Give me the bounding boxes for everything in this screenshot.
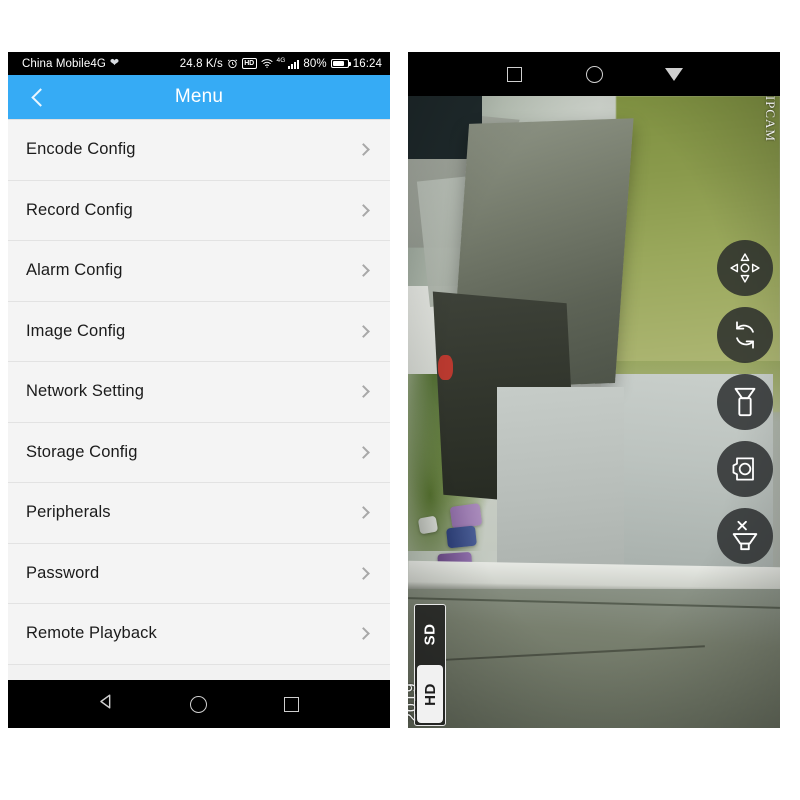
nav-recents-button[interactable] [494, 54, 534, 94]
carrier-label: China Mobile4G [22, 57, 106, 70]
dpad-icon [727, 250, 763, 286]
menu-item-encode-config[interactable]: Encode Config [8, 120, 390, 181]
back-button[interactable] [18, 75, 58, 119]
home-circle-icon [190, 695, 208, 713]
quality-option-label: HD [421, 682, 439, 706]
menu-item-label: Network Setting [26, 382, 144, 401]
rotate-refresh-button[interactable] [717, 307, 773, 363]
menu-item-storage-config[interactable]: Storage Config [8, 422, 390, 483]
recents-square-icon [284, 696, 300, 712]
back-triangle-icon [97, 692, 116, 716]
wifi-icon [261, 58, 273, 69]
nav-home-button[interactable] [179, 684, 219, 724]
stream-quality-switch[interactable]: SD HD [414, 604, 446, 726]
mute-speaker-button[interactable] [717, 508, 773, 564]
signal-bars-icon [288, 59, 300, 69]
data-rate-label: 24.8 K/s [179, 57, 223, 70]
chevron-right-icon [357, 566, 370, 580]
page-title: Menu [174, 86, 224, 107]
quality-option-label: SD [421, 623, 439, 645]
app-bar: Menu [8, 75, 390, 119]
screenshot-root: China Mobile4G ❤ 24.8 K/s HD 4G 80% 16:2… [0, 0, 800, 800]
speaker-icon [730, 385, 760, 419]
speaker-mute-icon [730, 519, 760, 553]
menu-item-label: Encode Config [26, 140, 136, 159]
chevron-right-icon [357, 203, 370, 217]
camera-icon [729, 453, 761, 485]
menu-list: Encode Config Record Config Alarm Config… [8, 119, 390, 665]
menu-item-label: Password [26, 563, 100, 582]
menu-item-label: Storage Config [26, 442, 138, 461]
status-bar-indicators: 24.8 K/s HD 4G 80% 16:24 [179, 57, 382, 70]
chevron-right-icon [357, 324, 370, 338]
menu-item-image-config[interactable]: Image Config [8, 301, 390, 362]
nav-back-button[interactable] [654, 54, 694, 94]
chevron-right-icon [357, 627, 370, 641]
nav-recents-button[interactable] [272, 684, 312, 724]
status-bar-carrier: China Mobile4G ❤ [22, 56, 120, 70]
recents-square-icon [506, 66, 522, 82]
chevron-left-icon [30, 87, 50, 107]
chevron-right-icon [357, 143, 370, 157]
nav-home-button[interactable] [574, 54, 614, 94]
hd-badge-icon: HD [241, 58, 257, 69]
android-nav-bar [8, 680, 390, 728]
osd-camera-name: IPCAM [763, 96, 778, 142]
menu-item-record-config[interactable]: Record Config [8, 180, 390, 241]
back-triangle-down-icon [665, 67, 683, 81]
clock-label: 16:24 [352, 57, 382, 70]
nav-back-button[interactable] [86, 684, 126, 724]
menu-item-remote-playback[interactable]: Remote Playback [8, 604, 390, 665]
menu-item-peripherals[interactable]: Peripherals [8, 483, 390, 544]
camera-controls [717, 240, 773, 564]
quality-option-sd[interactable]: SD [415, 605, 445, 663]
chevron-right-icon [357, 506, 370, 520]
menu-item-label: Record Config [26, 200, 133, 219]
menu-item-label: Alarm Config [26, 261, 123, 280]
left-phone-screen: China Mobile4G ❤ 24.8 K/s HD 4G 80% 16:2… [8, 52, 390, 728]
network-type-label: 4G [276, 57, 286, 64]
battery-icon [330, 58, 351, 69]
speaker-talk-button[interactable] [717, 374, 773, 430]
menu-item-alarm-config[interactable]: Alarm Config [8, 241, 390, 302]
menu-item-label: Peripherals [26, 503, 111, 522]
android-nav-bar-landscape [408, 52, 780, 96]
snapshot-camera-button[interactable] [717, 441, 773, 497]
battery-percent-label: 80% [303, 57, 327, 70]
rotate-icon [729, 319, 761, 351]
heart-icon: ❤ [109, 56, 120, 69]
quality-option-hd[interactable]: HD [417, 665, 443, 723]
right-phone-screen: IPCAM 2019 SD HD [408, 52, 780, 728]
menu-item-label: Remote Playback [26, 624, 157, 643]
chevron-right-icon [357, 445, 370, 459]
menu-item-password[interactable]: Password [8, 543, 390, 604]
menu-item-label: Image Config [26, 321, 126, 340]
status-bar: China Mobile4G ❤ 24.8 K/s HD 4G 80% 16:2… [8, 52, 390, 75]
live-video-view[interactable]: IPCAM 2019 SD HD [408, 96, 780, 728]
menu-item-network-setting[interactable]: Network Setting [8, 362, 390, 423]
home-circle-icon [585, 65, 603, 83]
alarm-clock-icon [227, 58, 238, 69]
ptz-dpad-button[interactable] [717, 240, 773, 296]
chevron-right-icon [357, 385, 370, 399]
chevron-right-icon [357, 264, 370, 278]
